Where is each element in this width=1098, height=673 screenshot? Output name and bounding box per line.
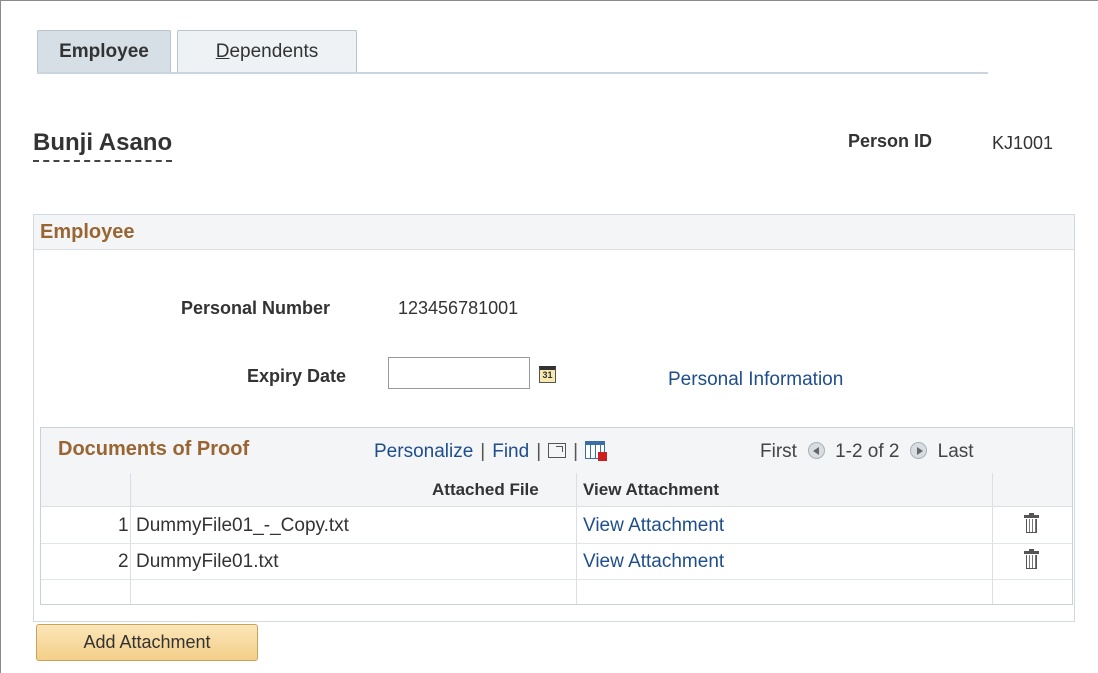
expiry-date-input[interactable] [388, 357, 530, 389]
attached-file-name: DummyFile01_-_Copy.txt [136, 515, 349, 536]
tab-employee-label: Employee [59, 41, 149, 62]
pager-last[interactable]: Last [938, 441, 974, 462]
row-number: 1 [118, 515, 129, 536]
trash-icon[interactable] [1024, 513, 1039, 533]
download-spreadsheet-icon[interactable] [585, 441, 608, 461]
add-attachment-button[interactable]: Add Attachment [36, 624, 258, 661]
trash-icon[interactable] [1024, 549, 1039, 569]
table-row: 2 DummyFile01.txt View Attachment [41, 544, 1072, 580]
personal-number-value: 123456781001 [398, 298, 519, 318]
tab-dependents[interactable]: Dependents [177, 30, 357, 72]
column-divider [130, 473, 131, 604]
calendar-icon[interactable]: 31 [539, 366, 556, 383]
column-divider [992, 473, 993, 604]
person-name[interactable]: Bunji Asano [33, 128, 173, 162]
window-top-border [0, 0, 1098, 1]
view-attachment-link[interactable]: View Attachment [583, 551, 724, 573]
pager-range: 1-2 of 2 [835, 441, 900, 462]
window-left-border [0, 0, 1, 673]
employee-group-title: Employee [40, 221, 135, 243]
column-divider [576, 473, 577, 604]
pager-first[interactable]: First [760, 441, 797, 462]
toolbar-separator: | [573, 441, 579, 462]
previous-row-icon[interactable] [807, 442, 825, 459]
attached-file-name: DummyFile01.txt [136, 551, 279, 572]
person-id-value: KJ1001 [992, 133, 1054, 153]
col-header-view-attachment: View Attachment [583, 480, 720, 499]
person-id-label: Person ID [848, 131, 933, 151]
new-window-icon[interactable] [548, 443, 567, 458]
documents-grid-title: Documents of Proof [58, 438, 250, 460]
personal-number-label: Personal Number [181, 298, 331, 318]
expiry-date-label: Expiry Date [247, 366, 347, 386]
grid-toolbar: Personalize | Find | | [374, 441, 608, 463]
documents-grid: Documents of Proof Personalize | Find | | Fi… [40, 427, 1073, 605]
col-header-attached-file: Attached File [432, 480, 539, 499]
personalize-link[interactable]: Personalize [374, 441, 473, 462]
view-attachment-link[interactable]: View Attachment [583, 515, 724, 537]
grid-column-headers: Attached File View Attachment [41, 473, 1072, 507]
next-row-icon[interactable] [910, 442, 928, 459]
personal-information-link[interactable]: Personal Information [668, 369, 843, 391]
row-number: 2 [118, 551, 129, 572]
find-link[interactable]: Find [492, 441, 529, 462]
tab-dependents-label: ependents [229, 41, 319, 62]
employee-group-header: Employee [34, 215, 1074, 250]
table-row: 1 DummyFile01_-_Copy.txt View Attachment [41, 508, 1072, 544]
toolbar-separator: | [480, 441, 486, 462]
documents-grid-header: Documents of Proof Personalize | Find | | Fi… [41, 428, 1072, 474]
tab-dependents-accesskey: D [215, 41, 230, 62]
tab-employee[interactable]: Employee [37, 30, 171, 72]
tab-underline [37, 72, 988, 74]
grid-pager: First 1-2 of 2 Last [760, 441, 974, 463]
toolbar-separator: | [536, 441, 542, 462]
